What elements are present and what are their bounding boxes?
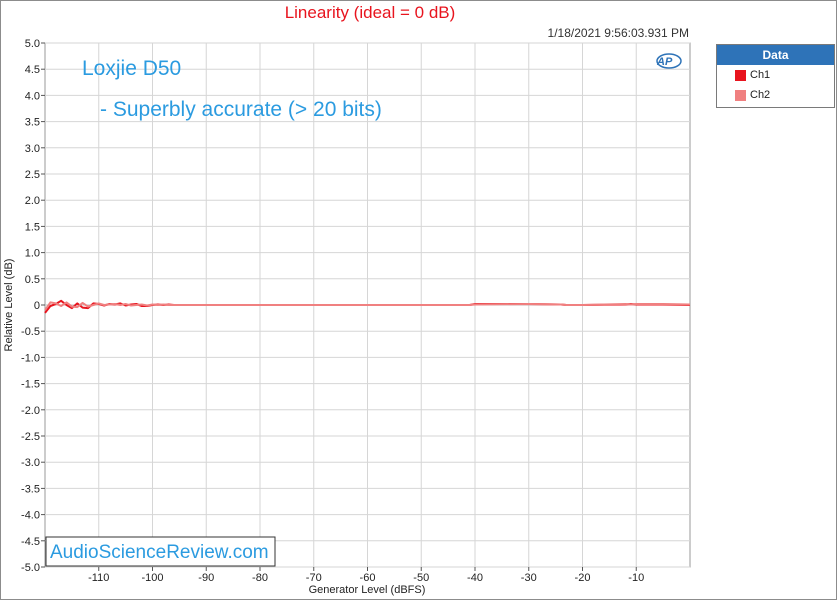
- y-tick-label: -1.0: [21, 352, 40, 364]
- legend-label-ch1: Ch1: [750, 69, 771, 81]
- ap-logo-text: AP: [656, 56, 673, 68]
- x-tick-label: -40: [467, 572, 483, 584]
- legend-label-ch2: Ch2: [750, 89, 771, 101]
- y-tick-label: -0.5: [21, 326, 40, 338]
- product-annotation: Loxjie D50: [82, 57, 181, 80]
- y-tick-label: -1.5: [21, 379, 40, 391]
- legend-title: Data: [717, 45, 834, 65]
- legend-item-ch2[interactable]: Ch2: [717, 85, 834, 105]
- legend: Data Ch1 Ch2: [716, 44, 835, 108]
- y-tick-label: -5.0: [21, 562, 40, 574]
- y-tick-label: 4.5: [25, 64, 40, 76]
- x-tick-label: -90: [198, 572, 214, 584]
- y-tick-label: 2.5: [25, 169, 40, 181]
- y-tick-label: -2.5: [21, 431, 40, 443]
- x-tick-label: -50: [413, 572, 429, 584]
- y-tick-label: 2.0: [25, 195, 40, 207]
- chart-svg: 5.0 4.5 4.0 3.5 3.0 2.5 2.0 1.5 1.0 0.5 0 -0.5 -1.0 -…: [3, 38, 691, 596]
- y-tick-label: 0.5: [25, 274, 40, 286]
- comment-annotation: - Superbly accurate (> 20 bits): [100, 98, 382, 121]
- y-tick-label: -4.0: [21, 510, 40, 522]
- y-tick-labels: 5.0 4.5 4.0 3.5 3.0 2.5 2.0 1.5 1.0 0.5 0 -0.5 -1.0 -…: [21, 38, 40, 574]
- y-tick-label: -3.0: [21, 457, 40, 469]
- x-tick-label: -110: [88, 572, 109, 584]
- x-axis-label: Generator Level (dBFS): [309, 584, 426, 596]
- y-tick-label: 0: [34, 300, 40, 312]
- y-tick-label: 3.0: [25, 143, 40, 155]
- y-tick-label: -4.5: [21, 536, 40, 548]
- y-tick-label: -3.5: [21, 483, 40, 495]
- legend-swatch-ch2: [735, 90, 746, 101]
- legend-item-ch1[interactable]: Ch1: [717, 65, 834, 85]
- x-tick-labels: -110 -100 -90 -80 -70 -60 -50 -40 -30 -20 -10: [88, 572, 644, 584]
- y-tick-label: -2.0: [21, 405, 40, 417]
- y-tick-label: 1.0: [25, 248, 40, 260]
- x-tick-label: -100: [141, 572, 163, 584]
- y-axis-label: Relative Level (dB): [3, 259, 15, 352]
- y-tick-label: 3.5: [25, 117, 40, 129]
- x-tick-label: -30: [521, 572, 537, 584]
- y-tick-label: 5.0: [25, 38, 40, 50]
- x-tick-label: -60: [360, 572, 376, 584]
- y-tick-label: 4.0: [25, 90, 40, 102]
- y-tick-label: 1.5: [25, 221, 40, 233]
- watermark-text: AudioScienceReview.com: [50, 542, 269, 563]
- x-tick-label: -70: [306, 572, 322, 584]
- x-tick-label: -80: [252, 572, 268, 584]
- legend-swatch-ch1: [735, 70, 746, 81]
- x-tick-label: -20: [575, 572, 591, 584]
- x-tick-label: -10: [628, 572, 644, 584]
